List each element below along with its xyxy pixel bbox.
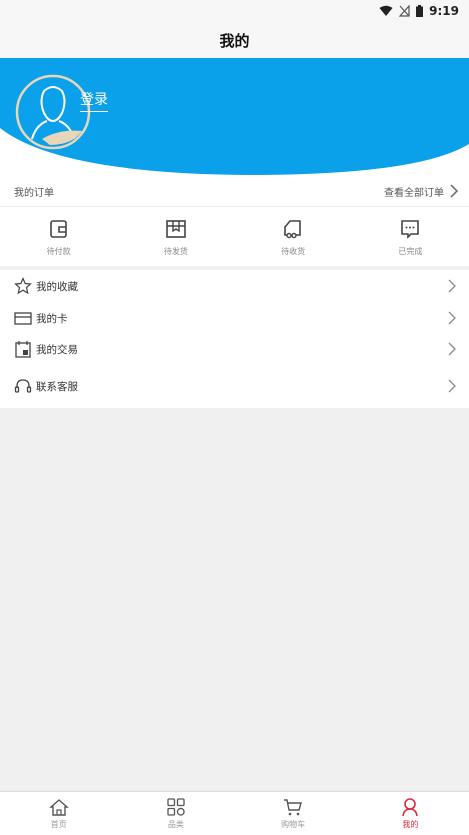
nav-cart[interactable]: 购物车 bbox=[253, 797, 333, 830]
nav-category[interactable]: 品类 bbox=[136, 797, 216, 830]
bottom-nav: 首页 品类 购物车 我的 bbox=[0, 791, 469, 835]
nav-label: 我的 bbox=[402, 820, 419, 829]
menu-label: 我的卡 bbox=[36, 312, 68, 325]
status-bar: 9:19 bbox=[0, 0, 469, 22]
order-pending-payment[interactable]: 待付款 bbox=[19, 218, 99, 257]
chevron-right-icon bbox=[448, 342, 456, 356]
menu-item-cards[interactable]: 我的卡 bbox=[0, 303, 469, 333]
order-completed[interactable]: 已完成 bbox=[370, 218, 450, 257]
login-link[interactable]: 登录 bbox=[80, 89, 108, 112]
order-label: 待付款 bbox=[46, 247, 71, 256]
order-label: 已完成 bbox=[398, 247, 423, 256]
wifi-icon bbox=[379, 5, 393, 16]
chat-icon bbox=[401, 220, 420, 239]
title-bar: 我的 bbox=[0, 22, 469, 58]
page-title: 我的 bbox=[219, 31, 250, 50]
order-label: 待收货 bbox=[281, 247, 306, 256]
order-pending-shipment[interactable]: 待发货 bbox=[136, 218, 216, 257]
star-icon bbox=[14, 277, 32, 295]
orders-header: 我的订单 查看全部订单 bbox=[0, 176, 469, 207]
status-time: 9:19 bbox=[429, 4, 459, 18]
order-label: 待发货 bbox=[163, 247, 188, 256]
menu-label: 我的交易 bbox=[36, 343, 78, 356]
profile-header: 登录 bbox=[0, 58, 469, 176]
user-icon bbox=[402, 798, 419, 817]
chevron-right-icon bbox=[448, 311, 456, 325]
view-all-label: 查看全部订单 bbox=[384, 187, 444, 199]
cart-icon bbox=[284, 799, 303, 816]
avatar[interactable] bbox=[14, 73, 92, 151]
transaction-icon bbox=[15, 341, 31, 358]
menu-label: 我的收藏 bbox=[36, 280, 78, 293]
chevron-right-icon bbox=[450, 184, 459, 198]
home-icon bbox=[48, 799, 69, 816]
no-sim-icon bbox=[399, 5, 410, 17]
menu-item-transactions[interactable]: 我的交易 bbox=[0, 334, 469, 364]
menu-list: 我的收藏 我的卡 我的交易 联系客服 bbox=[0, 270, 469, 408]
chevron-right-icon bbox=[448, 279, 456, 293]
order-pending-receipt[interactable]: 待收货 bbox=[253, 218, 333, 257]
menu-item-favorites[interactable]: 我的收藏 bbox=[0, 271, 469, 301]
orders-section: 我的订单 查看全部订单 待付款 待发货 待收货 已完成 bbox=[0, 176, 469, 266]
wallet-icon bbox=[49, 220, 67, 238]
battery-icon bbox=[416, 5, 424, 17]
truck-icon bbox=[284, 220, 301, 239]
nav-profile[interactable]: 我的 bbox=[370, 797, 450, 830]
nav-label: 购物车 bbox=[281, 820, 306, 829]
menu-label: 联系客服 bbox=[36, 380, 78, 393]
chevron-right-icon bbox=[448, 379, 456, 393]
nav-label: 品类 bbox=[167, 820, 184, 829]
headset-icon bbox=[14, 379, 32, 393]
nav-home[interactable]: 首页 bbox=[19, 797, 99, 830]
category-icon bbox=[167, 798, 185, 816]
nav-label: 首页 bbox=[50, 820, 67, 829]
box-icon bbox=[166, 220, 186, 238]
order-status-row: 待付款 待发货 待收货 已完成 bbox=[0, 207, 469, 265]
orders-title: 我的订单 bbox=[14, 187, 54, 199]
view-all-orders-link[interactable]: 查看全部订单 bbox=[384, 184, 459, 199]
menu-item-customer-service[interactable]: 联系客服 bbox=[0, 371, 469, 401]
card-icon bbox=[14, 312, 32, 325]
